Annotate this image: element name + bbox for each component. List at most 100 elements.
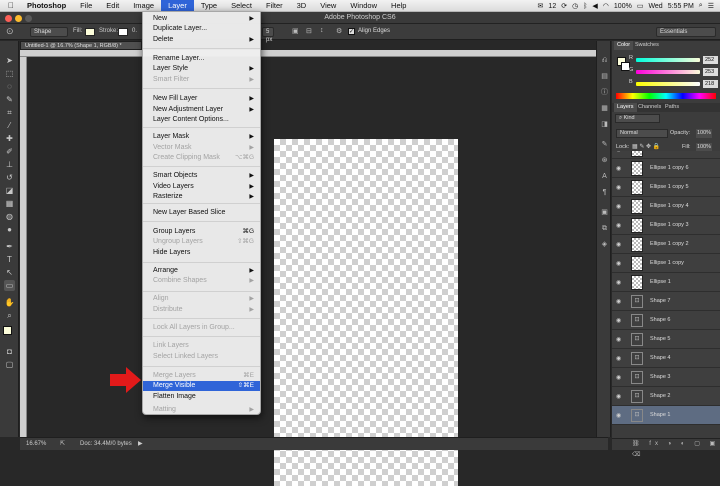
export-icon[interactable]: ⇱ (60, 438, 65, 450)
blend-mode-select[interactable]: Normal (616, 129, 668, 138)
battery-icon[interactable]: ▭ (637, 2, 644, 10)
visibility-eye-icon[interactable]: ◉ (616, 317, 621, 324)
layer-name[interactable]: Shape 5 (650, 330, 671, 349)
layer-name[interactable]: Shape 4 (650, 349, 671, 368)
layers-footer-icons[interactable]: ⛓ fx ◑ ◐ ▢ ▣ ⌫ (612, 438, 720, 458)
layer-name[interactable]: Ellipse 1 copy 4 (650, 197, 689, 216)
menu-item-layer-mask[interactable]: Layer Mask ▶ (143, 132, 260, 142)
clock-icon[interactable]: ◷ (572, 2, 578, 10)
menu-select[interactable]: Select (224, 0, 259, 12)
layer-row[interactable]: ◉ ⊡ Shape 2 (612, 387, 720, 406)
paragraph-panel-icon[interactable]: ¶ (599, 187, 610, 198)
path-align-icon[interactable]: ⊟ (306, 27, 312, 35)
visibility-eye-icon[interactable]: ◉ (616, 279, 621, 286)
visibility-eye-icon[interactable]: ◉ (616, 412, 621, 419)
fill-swatch[interactable] (85, 28, 95, 36)
lock-icons[interactable]: ▦ ✎ ✥ 🔒 (632, 143, 660, 150)
notifications-icon[interactable]: ☰ (708, 2, 714, 10)
menu-item-new[interactable]: New ▶ (143, 14, 260, 24)
menu-image[interactable]: Image (126, 0, 161, 12)
tab-channels[interactable]: Channels (635, 103, 664, 112)
tool-presets-panel-icon[interactable]: ▣ (599, 207, 610, 218)
layer-row[interactable]: ◉ ⊡ Shape 6 (612, 311, 720, 330)
layer-name[interactable]: Shape 1 (650, 406, 671, 425)
layer-name[interactable]: Ellipse 1 (650, 273, 671, 292)
layer-name[interactable]: Ellipse 1 copy (650, 254, 684, 273)
layer-row[interactable]: ◉ ⊡ Shape 3 (612, 368, 720, 387)
visibility-eye-icon[interactable]: ◉ (616, 260, 621, 267)
document-canvas[interactable] (274, 139, 458, 486)
visibility-eye-icon[interactable]: ◉ (616, 355, 621, 362)
layer-name[interactable]: Ellipse 1 copy 3 (650, 216, 689, 235)
layer-row[interactable]: ◉ ⊡ Shape 7 (612, 292, 720, 311)
apple-menu-icon[interactable]:  (0, 0, 20, 12)
menu-layer[interactable]: Layer (161, 0, 194, 12)
settings-gear-icon[interactable]: ⚙ (336, 27, 342, 35)
tab-paths[interactable]: Paths (662, 103, 682, 112)
stroke-swatch[interactable] (118, 28, 128, 36)
history-brush-tool-icon[interactable]: ↺ (4, 172, 15, 183)
info-arrow-icon[interactable]: ▶ (138, 438, 143, 450)
layer-name[interactable]: Ellipse 1 copy 2 (650, 235, 689, 254)
lasso-tool-icon[interactable]: ◌ (4, 81, 15, 92)
layer-row[interactable]: ◉ ⊡ Shape 1 (612, 406, 720, 425)
move-tool-icon[interactable]: ➤ (4, 55, 15, 66)
visibility-eye-icon[interactable]: ◉ (616, 241, 621, 248)
hand-tool-icon[interactable]: ✋ (4, 297, 15, 308)
color-ramp[interactable] (616, 93, 716, 99)
r-slider[interactable] (636, 58, 700, 62)
menu-view[interactable]: View (313, 0, 343, 12)
visibility-eye-icon[interactable]: ◉ (616, 374, 621, 381)
crop-tool-icon[interactable]: ⌗ (4, 107, 15, 118)
layer-row[interactable]: ◉ Ellipse 1 (612, 273, 720, 292)
layer-filter-select[interactable]: ⌕ Kind (615, 114, 660, 123)
menu-item-rasterize[interactable]: Rasterize ▶ (143, 192, 260, 202)
brush-tool-icon[interactable]: ✐ (4, 146, 15, 157)
gradient-tool-icon[interactable]: ▦ (4, 198, 15, 209)
screen-mode-icon[interactable]: ▢ (4, 359, 15, 370)
visibility-eye-icon[interactable]: ◉ (616, 298, 621, 305)
quick-mask-icon[interactable]: ◘ (4, 346, 15, 357)
layer-row[interactable]: ◉ ⊡ Shape 4 (612, 349, 720, 368)
volume-icon[interactable]: ◀ (592, 2, 597, 10)
marquee-tool-icon[interactable]: ⬚ (4, 68, 15, 79)
visibility-eye-icon[interactable]: ◉ (616, 165, 621, 172)
clone-stamp-tool-icon[interactable]: ⊥ (4, 159, 15, 170)
clone-source-panel-icon[interactable]: ⊛ (599, 155, 610, 166)
visibility-eye-icon[interactable]: ◉ (616, 222, 621, 229)
menu-item-hide-layers[interactable]: Hide Layers (143, 248, 260, 258)
healing-brush-tool-icon[interactable]: ✚ (4, 133, 15, 144)
menu-item-arrange[interactable]: Arrange ▶ (143, 266, 260, 276)
type-tool-icon[interactable]: T (4, 254, 15, 265)
menu-help[interactable]: Help (384, 0, 413, 12)
dodge-tool-icon[interactable]: ● (4, 224, 15, 235)
menu-3d[interactable]: 3D (290, 0, 314, 12)
b-value[interactable]: 218 (703, 80, 718, 88)
layer-name[interactable]: Shape 7 (650, 292, 671, 311)
quick-select-tool-icon[interactable]: ✎ (4, 94, 15, 105)
layer-row[interactable]: ◉ Ellipse 1 copy 3 (612, 216, 720, 235)
menu-item-video-layers[interactable]: Video Layers ▶ (143, 182, 260, 192)
character-panel-icon[interactable]: A (599, 171, 610, 182)
menu-item-new-adjustment-layer[interactable]: New Adjustment Layer ▶ (143, 105, 260, 115)
menu-item-merge-visible[interactable]: Merge Visible ⇧⌘E (143, 381, 260, 391)
menu-item-layer-content-options[interactable]: Layer Content Options... (143, 115, 260, 125)
layer-row[interactable]: ◉ Ellipse 1 copy 5 (612, 178, 720, 197)
menu-item-delete[interactable]: Delete ▶ (143, 35, 260, 45)
menu-item-duplicate-layer[interactable]: Duplicate Layer... (143, 24, 260, 34)
g-slider[interactable] (636, 70, 700, 74)
eraser-tool-icon[interactable]: ◪ (4, 185, 15, 196)
menu-item-new-layer-based-slice[interactable]: New Layer Based Slice (143, 208, 260, 218)
menu-photoshop[interactable]: Photoshop (20, 0, 73, 12)
menu-item-flatten-image[interactable]: Flatten Image (143, 392, 260, 402)
menu-item-smart-objects[interactable]: Smart Objects ▶ (143, 171, 260, 181)
path-arrange-icon[interactable]: ↕ (320, 27, 324, 34)
document-tab[interactable]: Untitled-1 @ 16.7% (Shape 1, RGB/8) * (20, 41, 142, 50)
layer-name[interactable]: Shape 6 (650, 311, 671, 330)
opacity-field[interactable]: 100% (696, 129, 712, 138)
visibility-eye-icon[interactable]: ◉ (616, 203, 621, 210)
tool-preset-icon[interactable]: ⊙ (6, 26, 14, 37)
zoom-tool-icon[interactable]: ⌕ (4, 310, 15, 321)
layer-row[interactable]: ◉ ⊡ Shape 5 (612, 330, 720, 349)
pen-tool-icon[interactable]: ✒ (4, 241, 15, 252)
